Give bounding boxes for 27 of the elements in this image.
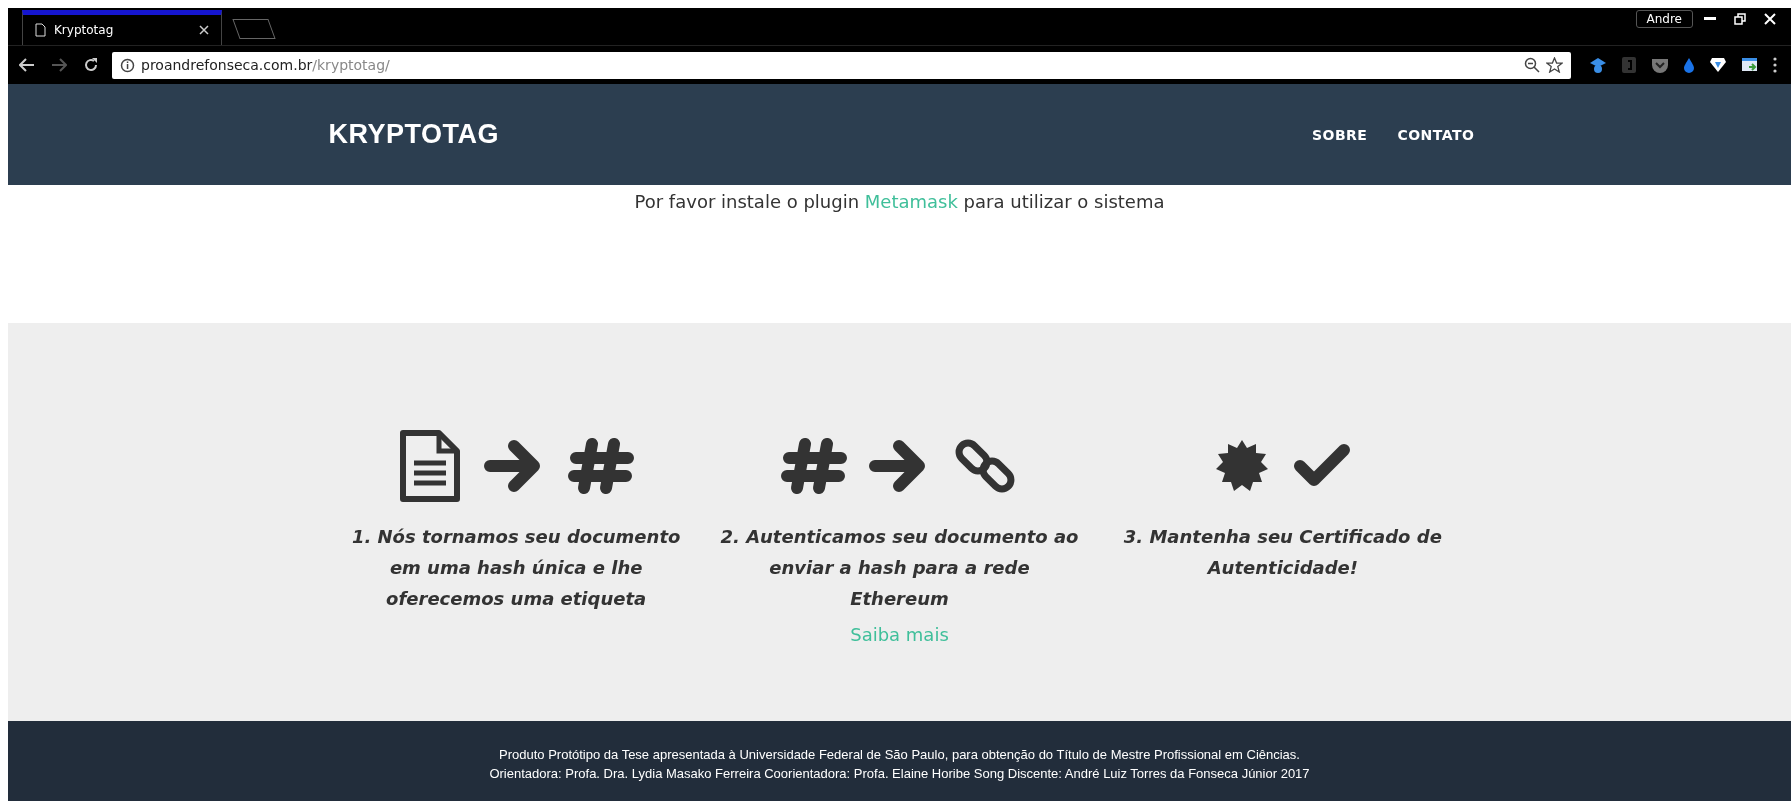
star-icon[interactable] — [1546, 57, 1563, 73]
address-bar[interactable]: proandrefonseca.com.br/kryptotag/ — [112, 51, 1571, 79]
url-text: proandrefonseca.com.br/kryptotag/ — [141, 57, 390, 73]
step-text: 3. Mantenha seu Certificado de Autenticidade! — [1122, 525, 1443, 580]
drop-icon[interactable] — [1683, 57, 1695, 73]
page-icon — [35, 23, 46, 37]
tab-title: Kryptotag — [54, 23, 114, 37]
zoom-out-icon[interactable] — [1524, 57, 1540, 73]
site-logo[interactable]: KRYPTOTAG — [328, 119, 499, 150]
browser-tab[interactable]: Kryptotag — [22, 10, 222, 45]
nav-link[interactable]: SOBRE — [1311, 126, 1368, 143]
step-text: 2. Autenticamos seu documento ao enviar a hash para a rede Ethereum — [719, 525, 1080, 611]
hash-icon — [781, 436, 848, 496]
step-text: 1. Nós tornamos seu documento em uma hash única e lhe oferecemos uma etiqueta — [350, 525, 682, 611]
footer-text: Orientadora: Profa. Dra. Lydia Masako Ferreira Coorientadora: Profa. Elaine Horibe Song Discente: André Luiz Torres da Fonseca Júnior 2017 — [488, 765, 1311, 783]
info-icon — [120, 57, 135, 73]
profile-button[interactable]: Andre — [1635, 10, 1693, 28]
footer-text: Produto Protótipo da Tese apresentada à Universidade Federal de São Paulo, para obtenção do Título de Mestre Profissional em Ciências. — [498, 746, 1301, 764]
new-tab-button[interactable] — [232, 19, 276, 39]
pocket-icon[interactable] — [1651, 57, 1669, 73]
document-icon — [398, 429, 463, 503]
plugin-notice: Por favor instale o plugin Metamask para utilizar o sistema — [634, 191, 1165, 212]
diamond-icon[interactable] — [1709, 57, 1727, 73]
menu-icon[interactable] — [1773, 57, 1777, 73]
graduation-cap-icon[interactable] — [1589, 56, 1607, 74]
nav-link[interactable]: CONTATO — [1397, 126, 1475, 143]
hash-icon — [568, 436, 635, 496]
